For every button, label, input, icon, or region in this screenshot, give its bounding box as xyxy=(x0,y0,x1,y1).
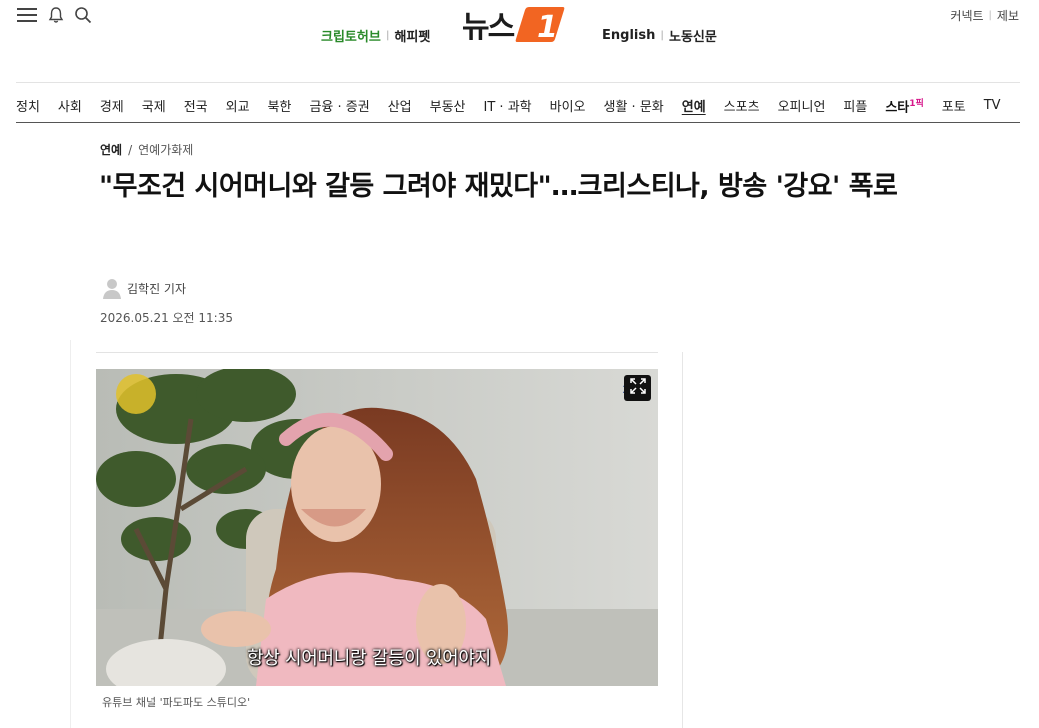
breadcrumb: 연예 / 연예가화제 xyxy=(100,141,193,158)
nav-item-entertainment[interactable]: 연예 xyxy=(682,96,706,115)
reporter-name: 김학진 기자 xyxy=(127,281,187,296)
nav-item-star1pick[interactable]: 스타1픽 xyxy=(885,96,923,115)
english-link[interactable]: English xyxy=(602,28,655,43)
nav-item-society[interactable]: 사회 xyxy=(58,96,82,115)
brand-links-left: 크립토허브 | 해피펫 xyxy=(321,26,430,45)
nav-item-real-estate[interactable]: 부동산 xyxy=(430,96,466,115)
reporter-avatar-icon xyxy=(102,277,122,299)
site-logo[interactable]: 뉴스 1 xyxy=(462,2,565,46)
breadcrumb-subsection[interactable]: 연예가화제 xyxy=(138,141,193,158)
divider: | xyxy=(385,30,390,41)
divider: | xyxy=(988,10,992,21)
sidebar-divider xyxy=(682,352,683,728)
header-right-links: 커넥트 | 제보 xyxy=(950,7,1019,24)
column-divider xyxy=(70,340,71,728)
nav-divider xyxy=(16,122,1020,123)
nav-item-finance[interactable]: 금융 · 증권 xyxy=(309,96,369,115)
breadcrumb-section[interactable]: 연예 xyxy=(100,141,122,158)
breadcrumb-separator: / xyxy=(128,142,133,157)
fullscreen-icon xyxy=(629,377,647,399)
nav-item-tv[interactable]: TV xyxy=(984,98,1001,113)
nav-item-diplomacy[interactable]: 외교 xyxy=(226,96,250,115)
nav-item-photo[interactable]: 포토 xyxy=(942,96,966,115)
nav-item-economy[interactable]: 경제 xyxy=(100,96,124,115)
nav-item-people[interactable]: 피플 xyxy=(843,96,867,115)
expand-photo-button[interactable] xyxy=(624,375,651,401)
divider: | xyxy=(660,30,665,41)
logo-text: 뉴스 xyxy=(462,10,515,45)
reporter-byline[interactable]: 김학진 기자 xyxy=(102,277,186,299)
rodong-link[interactable]: 노동신문 xyxy=(669,26,717,45)
photo-illustration: 파도 xyxy=(96,369,658,686)
photo-subtitle: 항상 시어머니랑 갈등이 있어야지 xyxy=(247,648,491,669)
logo-mark-icon: 1 xyxy=(515,4,565,45)
article-divider xyxy=(96,352,658,353)
search-icon[interactable] xyxy=(74,6,92,24)
header-utility-icons xyxy=(16,6,92,24)
nav-item-world[interactable]: 국제 xyxy=(142,96,166,115)
nav-item-industry[interactable]: 산업 xyxy=(388,96,412,115)
nav-item-politics[interactable]: 정치 xyxy=(16,96,40,115)
logo-mark-text: 1 xyxy=(537,10,558,44)
nav-item-nationwide[interactable]: 전국 xyxy=(184,96,208,115)
connect-link[interactable]: 커넥트 xyxy=(950,7,983,24)
nav-item-sports[interactable]: 스포츠 xyxy=(724,96,760,115)
article-photo[interactable]: 파도 xyxy=(96,369,658,686)
nav-item-opinion[interactable]: 오피니언 xyxy=(778,96,826,115)
star-pick-suffix: 1픽 xyxy=(909,99,924,109)
photo-caption: 유튜브 채널 '파도파도 스튜디오' xyxy=(102,696,251,709)
header-divider xyxy=(16,82,1020,83)
nav-item-it-science[interactable]: IT · 과학 xyxy=(484,96,532,115)
bell-icon[interactable] xyxy=(48,6,64,24)
happy-pet-link[interactable]: 해피펫 xyxy=(394,26,430,45)
nav-item-bio[interactable]: 바이오 xyxy=(550,96,586,115)
publish-datetime: 2026.05.21 오전 11:35 xyxy=(100,311,233,325)
hamburger-menu-icon[interactable] xyxy=(16,6,38,24)
brand-links-right: English | 노동신문 xyxy=(602,26,717,45)
nav-item-north-korea[interactable]: 북한 xyxy=(268,96,292,115)
star-pick-prefix: 스타 xyxy=(885,100,910,116)
report-link[interactable]: 제보 xyxy=(997,7,1019,24)
main-nav: 정치 사회 경제 국제 전국 외교 북한 금융 · 증권 산업 부동산 IT ·… xyxy=(16,96,1019,115)
article-headline: "무조건 시어머니와 갈등 그려야 재밌다"…크리스티나, 방송 '강요' 폭로 xyxy=(99,171,898,202)
crypto-hub-link[interactable]: 크립토허브 xyxy=(321,26,381,45)
nav-item-life-culture[interactable]: 생활 · 문화 xyxy=(604,96,664,115)
